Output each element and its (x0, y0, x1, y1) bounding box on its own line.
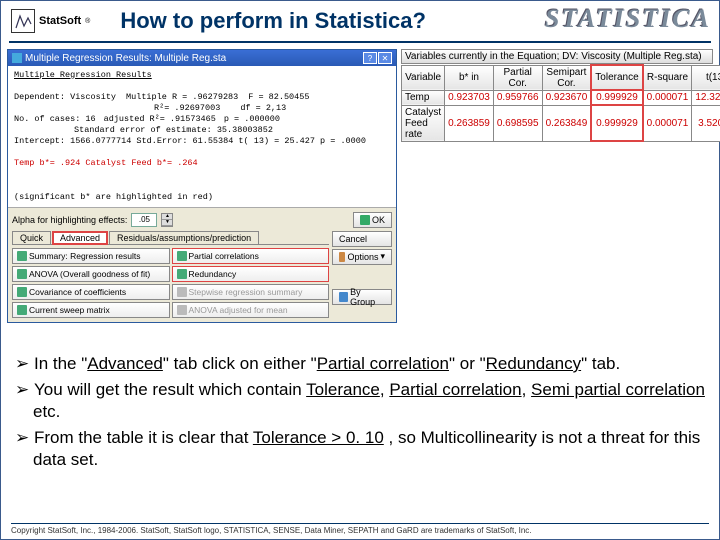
tab-residuals[interactable]: Residuals/assumptions/prediction (109, 231, 259, 244)
bullet-2: ➢ You will get the result which contain … (15, 379, 705, 423)
col-rsquare: R-square (643, 65, 692, 90)
dialog-controls: Alpha for highlighting effects: ▲▼ OK Qu… (8, 207, 396, 322)
button-grid: Summary: Regression results Partial corr… (12, 248, 329, 318)
logo-text: StatSoft (39, 15, 81, 27)
logo: StatSoft® (11, 9, 90, 33)
cancel-button[interactable]: Cancel (332, 231, 392, 247)
alpha-label: Alpha for highlighting effects: (12, 215, 127, 225)
stepwise-button: Stepwise regression summary (172, 284, 330, 300)
brand-wordmark: STATISTICA (545, 4, 711, 34)
col-variable: Variable (402, 65, 445, 90)
dialog-title: Multiple Regression Results: Multiple Re… (25, 53, 226, 64)
col-bstar: b* in (445, 65, 494, 90)
bullet-1: ➢ In the "Advanced" tab click on either … (15, 353, 705, 375)
anova-adj-button: ANOVA adjusted for mean (172, 302, 330, 318)
partial-corr-button[interactable]: Partial correlations (172, 248, 330, 264)
close-icon[interactable]: ✕ (378, 52, 392, 64)
sweep-button[interactable]: Current sweep matrix (12, 302, 170, 318)
bygroup-button[interactable]: By Group (332, 289, 392, 305)
tab-quick[interactable]: Quick (12, 231, 51, 244)
bullet-3: ➢ From the table it is clear that Tolera… (15, 427, 705, 471)
ok-button[interactable]: OK (353, 212, 392, 228)
covariance-button[interactable]: Covariance of coefficients (12, 284, 170, 300)
dialog-titlebar[interactable]: Multiple Regression Results: Multiple Re… (8, 50, 396, 66)
header: StatSoft® How to perform in Statistica? … (1, 1, 719, 41)
output-heading: Multiple Regression Results (14, 70, 390, 81)
app-icon (12, 53, 22, 63)
results-title: Variables currently in the Equation; DV:… (401, 49, 713, 64)
results-panel: Variables currently in the Equation; DV:… (401, 49, 713, 323)
bullet-list: ➢ In the "Advanced" tab click on either … (15, 353, 705, 475)
table-row: Catalyst Feed rate 0.263859 0.698595 0.2… (402, 105, 720, 141)
options-button[interactable]: Options ▾ (332, 249, 392, 265)
anova-button[interactable]: ANOVA (Overall goodness of fit) (12, 266, 170, 282)
alpha-spinner[interactable]: ▲▼ (161, 213, 173, 227)
tab-advanced[interactable]: Advanced (52, 231, 108, 245)
beta-line: Temp b*= .924 Catalyst Feed b*= .264 (14, 158, 390, 169)
redundancy-button[interactable]: Redundancy (172, 266, 330, 282)
table-row: Temp 0.923703 0.959766 0.923670 0.999929… (402, 90, 720, 105)
col-tolerance: Tolerance (591, 65, 642, 90)
results-table: Variable b* in Partial Cor. Semipart Cor… (401, 64, 720, 142)
col-t: t(13) (692, 65, 720, 90)
tab-bar: Quick Advanced Residuals/assumptions/pre… (12, 231, 329, 245)
regression-dialog: Multiple Regression Results: Multiple Re… (7, 49, 397, 323)
help-icon[interactable]: ? (363, 52, 377, 64)
logo-icon (11, 9, 35, 33)
alpha-input[interactable] (131, 213, 157, 227)
page-title: How to perform in Statistica? (120, 8, 426, 34)
col-semipart: Semipart Cor. (542, 65, 591, 90)
summary-button[interactable]: Summary: Regression results (12, 248, 170, 264)
dialog-output: Multiple Regression Results Dependent: V… (8, 66, 396, 207)
copyright: Copyright StatSoft, Inc., 1984-2006. Sta… (11, 523, 709, 535)
col-partial: Partial Cor. (493, 65, 542, 90)
